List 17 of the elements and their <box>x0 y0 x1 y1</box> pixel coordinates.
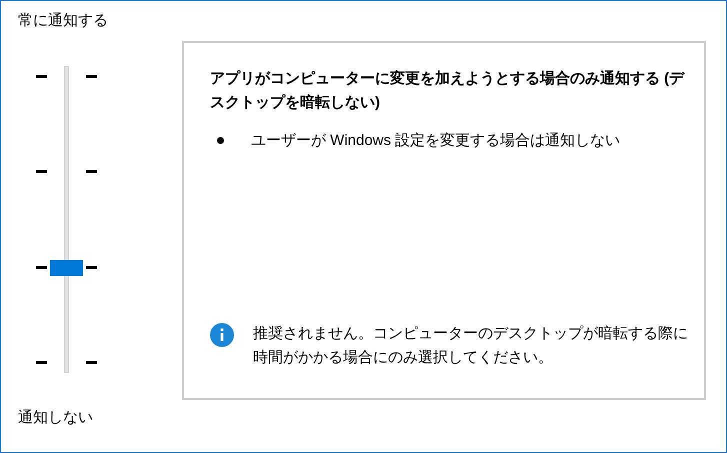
bullet-text: ユーザーが Windows 設定を変更する場合は通知しない <box>251 131 620 150</box>
slider-thumb[interactable] <box>50 260 83 276</box>
tick-mark <box>36 360 47 364</box>
level-label: 通知しない <box>18 408 93 428</box>
tick-mark <box>36 266 47 269</box>
tick-mark <box>86 360 97 364</box>
tick-mark <box>86 75 97 78</box>
tick-mark <box>86 170 97 174</box>
tick-mark <box>36 170 47 174</box>
level-label: 常に通知する <box>18 11 108 31</box>
slider[interactable] <box>50 66 83 373</box>
info-icon <box>210 323 234 347</box>
tick-mark <box>86 266 97 269</box>
tick-mark <box>36 75 47 78</box>
option-title: アプリがコンピューターに変更を加えようとする場合のみ通知する (デスクトップを暗転しない) <box>210 69 686 113</box>
bullet-icon <box>217 137 224 144</box>
note-text: 推奨されません。コンピューターのデスクトップが暗転する際に時間がかかる場合にのみ選択してください。 <box>253 324 689 368</box>
